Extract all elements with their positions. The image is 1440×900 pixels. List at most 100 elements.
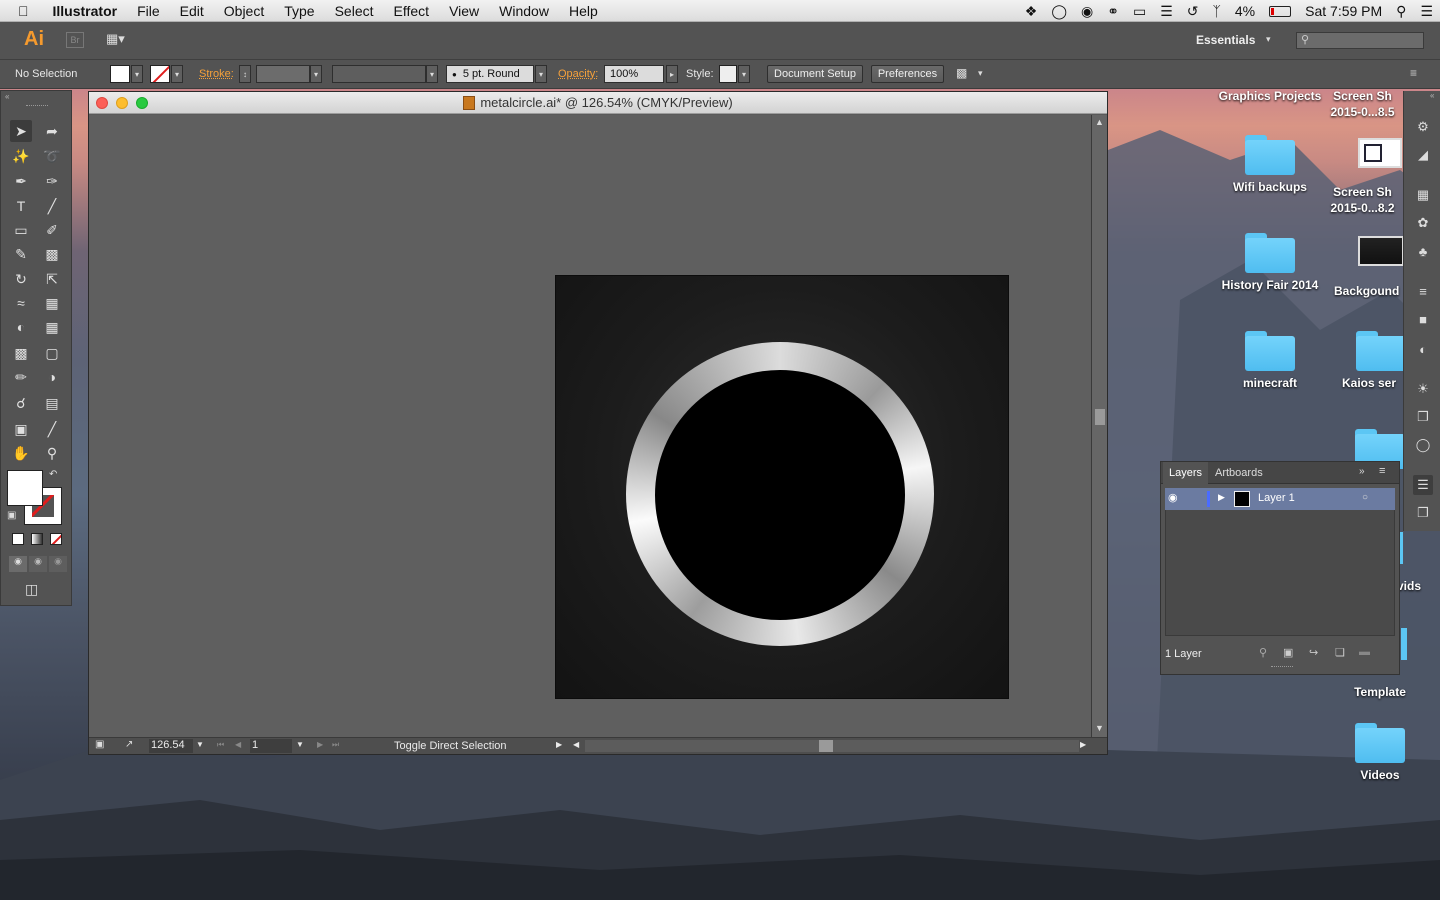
status-app-icon[interactable]: ◉ — [1081, 3, 1093, 20]
desktop-item-videos[interactable]: Videos — [1325, 723, 1435, 783]
scroll-thumb[interactable] — [1095, 409, 1105, 425]
draw-behind-icon[interactable]: ◉ — [29, 556, 47, 572]
scroll-left-arrow-icon[interactable]: ◀ — [573, 740, 579, 749]
airplay-icon[interactable]: ▭ — [1133, 3, 1146, 20]
symbols-panel-icon[interactable]: ♣ — [1413, 241, 1433, 261]
paintbrush-tool-icon[interactable]: ✐ — [41, 219, 63, 241]
previous-artboard-icon[interactable]: ◀ — [235, 740, 241, 749]
close-window-button[interactable] — [96, 97, 108, 109]
metal-circle-center[interactable] — [655, 370, 905, 620]
workspace-chevron-icon[interactable]: ▾ — [1266, 34, 1271, 45]
creative-cloud-icon[interactable]: ◯ — [1051, 3, 1067, 20]
minimize-window-button[interactable] — [116, 97, 128, 109]
share-icon[interactable]: ↗ — [125, 739, 133, 750]
zoom-dropdown-icon[interactable]: ▼ — [196, 740, 204, 749]
menu-object[interactable]: Object — [214, 3, 274, 19]
stroke-weight-dropdown-icon[interactable]: ▾ — [310, 65, 322, 83]
locate-object-icon[interactable]: ⚲ — [1259, 646, 1267, 659]
draw-inside-icon[interactable]: ◉ — [49, 556, 67, 572]
clock[interactable]: Sat 7:59 PM — [1305, 3, 1382, 19]
scale-tool-icon[interactable]: ⇱ — [41, 268, 63, 290]
opacity-field[interactable]: 100% — [604, 65, 664, 83]
shape-builder-tool-icon[interactable]: ◐ — [10, 316, 32, 338]
brush-dropdown-icon[interactable]: ▾ — [535, 65, 547, 83]
style-dropdown-icon[interactable]: ▾ — [738, 65, 750, 83]
menu-select[interactable]: Select — [325, 3, 384, 19]
horizontal-scroll-thumb[interactable] — [819, 740, 833, 752]
stroke-weight-stepper[interactable]: ↕ — [239, 65, 251, 83]
menu-edit[interactable]: Edit — [170, 3, 214, 19]
help-search-field[interactable]: ⚲ — [1296, 32, 1424, 49]
rectangle-tool-icon[interactable]: ▭ — [10, 219, 32, 241]
variable-width-profile[interactable] — [332, 65, 426, 83]
width-tool-icon[interactable]: ≈ — [10, 292, 32, 314]
zoom-window-button[interactable] — [136, 97, 148, 109]
document-setup-button[interactable]: Document Setup — [767, 65, 863, 83]
zoom-tool-icon[interactable]: ⚲ — [41, 442, 63, 464]
vertical-scrollbar[interactable]: ▲ ▼ — [1091, 115, 1107, 739]
swap-colors-icon[interactable]: ↶ — [49, 469, 57, 480]
document-title-bar[interactable]: metalcircle.ai* @ 126.54% (CMYK/Preview) — [89, 92, 1107, 114]
selection-tool-icon[interactable]: ➤ — [10, 120, 32, 142]
create-sublayer-icon[interactable]: ↪ — [1309, 646, 1318, 659]
graphic-styles-panel-icon[interactable]: ❐ — [1413, 407, 1433, 427]
line-tool-icon[interactable]: ╱ — [41, 195, 63, 217]
layer-row[interactable]: ◉ ▶ Layer 1 ○ — [1165, 488, 1395, 510]
stroke-swatch[interactable] — [150, 65, 170, 83]
transparency-panel-icon[interactable]: ◐ — [1413, 339, 1433, 359]
last-artboard-icon[interactable]: ⏭ — [332, 740, 339, 750]
hand-tool-icon[interactable]: ✋ — [10, 442, 32, 464]
menu-view[interactable]: View — [439, 3, 489, 19]
draw-normal-icon[interactable]: ◉ — [9, 556, 27, 572]
pen-tool-icon[interactable]: ✒ — [10, 170, 32, 192]
status-menu-arrow-icon[interactable]: ▶ — [556, 740, 562, 749]
layer-target-icon[interactable]: ○ — [1362, 492, 1368, 503]
layer-name[interactable]: Layer 1 — [1258, 492, 1295, 504]
screen-mode-icon[interactable]: ◫ — [25, 581, 38, 598]
dock-expand-icon[interactable]: « — [1430, 91, 1434, 100]
gradient-tool-icon[interactable]: ▢ — [41, 342, 63, 364]
apple-menu-icon[interactable]:  — [0, 3, 43, 19]
desktop-item-backgound[interactable]: Backgound — [1330, 236, 1405, 299]
desktop-item-vids-label[interactable]: vids — [1397, 578, 1427, 594]
stroke-panel-icon[interactable]: ≡ — [1413, 281, 1433, 301]
menu-window[interactable]: Window — [489, 3, 559, 19]
eraser-tool-icon[interactable]: ▩ — [41, 243, 63, 265]
artboards-panel-icon[interactable]: ❐ — [1413, 503, 1433, 523]
direct-selection-tool-icon[interactable]: ➦ — [41, 120, 63, 142]
menu-app-name[interactable]: Illustrator — [43, 3, 128, 19]
lasso-tool-icon[interactable]: ➰ — [41, 145, 63, 167]
default-colors-icon[interactable]: ▣ — [7, 510, 16, 521]
stroke-swatch-dropdown-icon[interactable]: ▾ — [171, 65, 183, 83]
desktop-item-screenshot-2[interactable]: Screen Sh 2015-0...8.2 — [1320, 138, 1405, 216]
preferences-button[interactable]: Preferences — [871, 65, 944, 83]
desktop-item-screenshot-1[interactable]: Screen Sh 2015-0...8.5 — [1320, 88, 1405, 120]
opacity-arrow-icon[interactable]: ▸ — [666, 65, 678, 83]
menu-file[interactable]: File — [127, 3, 170, 19]
scroll-right-arrow-icon[interactable]: ▶ — [1080, 740, 1086, 749]
headphones-icon[interactable]: ⚭ — [1107, 3, 1119, 20]
fill-color-swatch[interactable] — [7, 470, 43, 506]
panel-collapse-icon[interactable]: « — [5, 92, 9, 101]
artboard[interactable] — [555, 275, 1009, 699]
desktop-item-kaios[interactable]: Kaios ser — [1340, 331, 1405, 391]
layers-panel-menu-icon[interactable]: ≡ — [1379, 465, 1385, 477]
next-artboard-icon[interactable]: ▶ — [317, 740, 323, 749]
wifi-icon[interactable]: ☰ — [1160, 3, 1173, 20]
column-graph-tool-icon[interactable]: ▤ — [41, 392, 63, 414]
tab-artboards[interactable]: Artboards — [1209, 462, 1269, 484]
gradient-panel-icon[interactable]: ■ — [1413, 309, 1433, 329]
time-machine-icon[interactable]: ↺ — [1187, 3, 1199, 20]
pencil-tool-icon[interactable]: ✎ — [10, 243, 32, 265]
free-transform-tool-icon[interactable]: ▦ — [41, 292, 63, 314]
gpu-preview-icon[interactable]: ▣ — [95, 739, 104, 750]
libraries-panel-icon[interactable]: ◯ — [1413, 435, 1433, 455]
horizontal-scrollbar[interactable] — [585, 740, 1079, 752]
desktop-item-minecraft[interactable]: minecraft — [1215, 331, 1325, 391]
collapse-panel-icon[interactable]: » — [1359, 466, 1365, 477]
variable-width-dropdown-icon[interactable]: ▾ — [426, 65, 438, 83]
bridge-button[interactable]: Br — [66, 32, 84, 48]
menu-type[interactable]: Type — [274, 3, 324, 19]
desktop-item-graphics-projects[interactable]: Graphics Projects — [1215, 88, 1325, 104]
arrange-dropdown-icon[interactable]: ▾ — [978, 68, 983, 79]
